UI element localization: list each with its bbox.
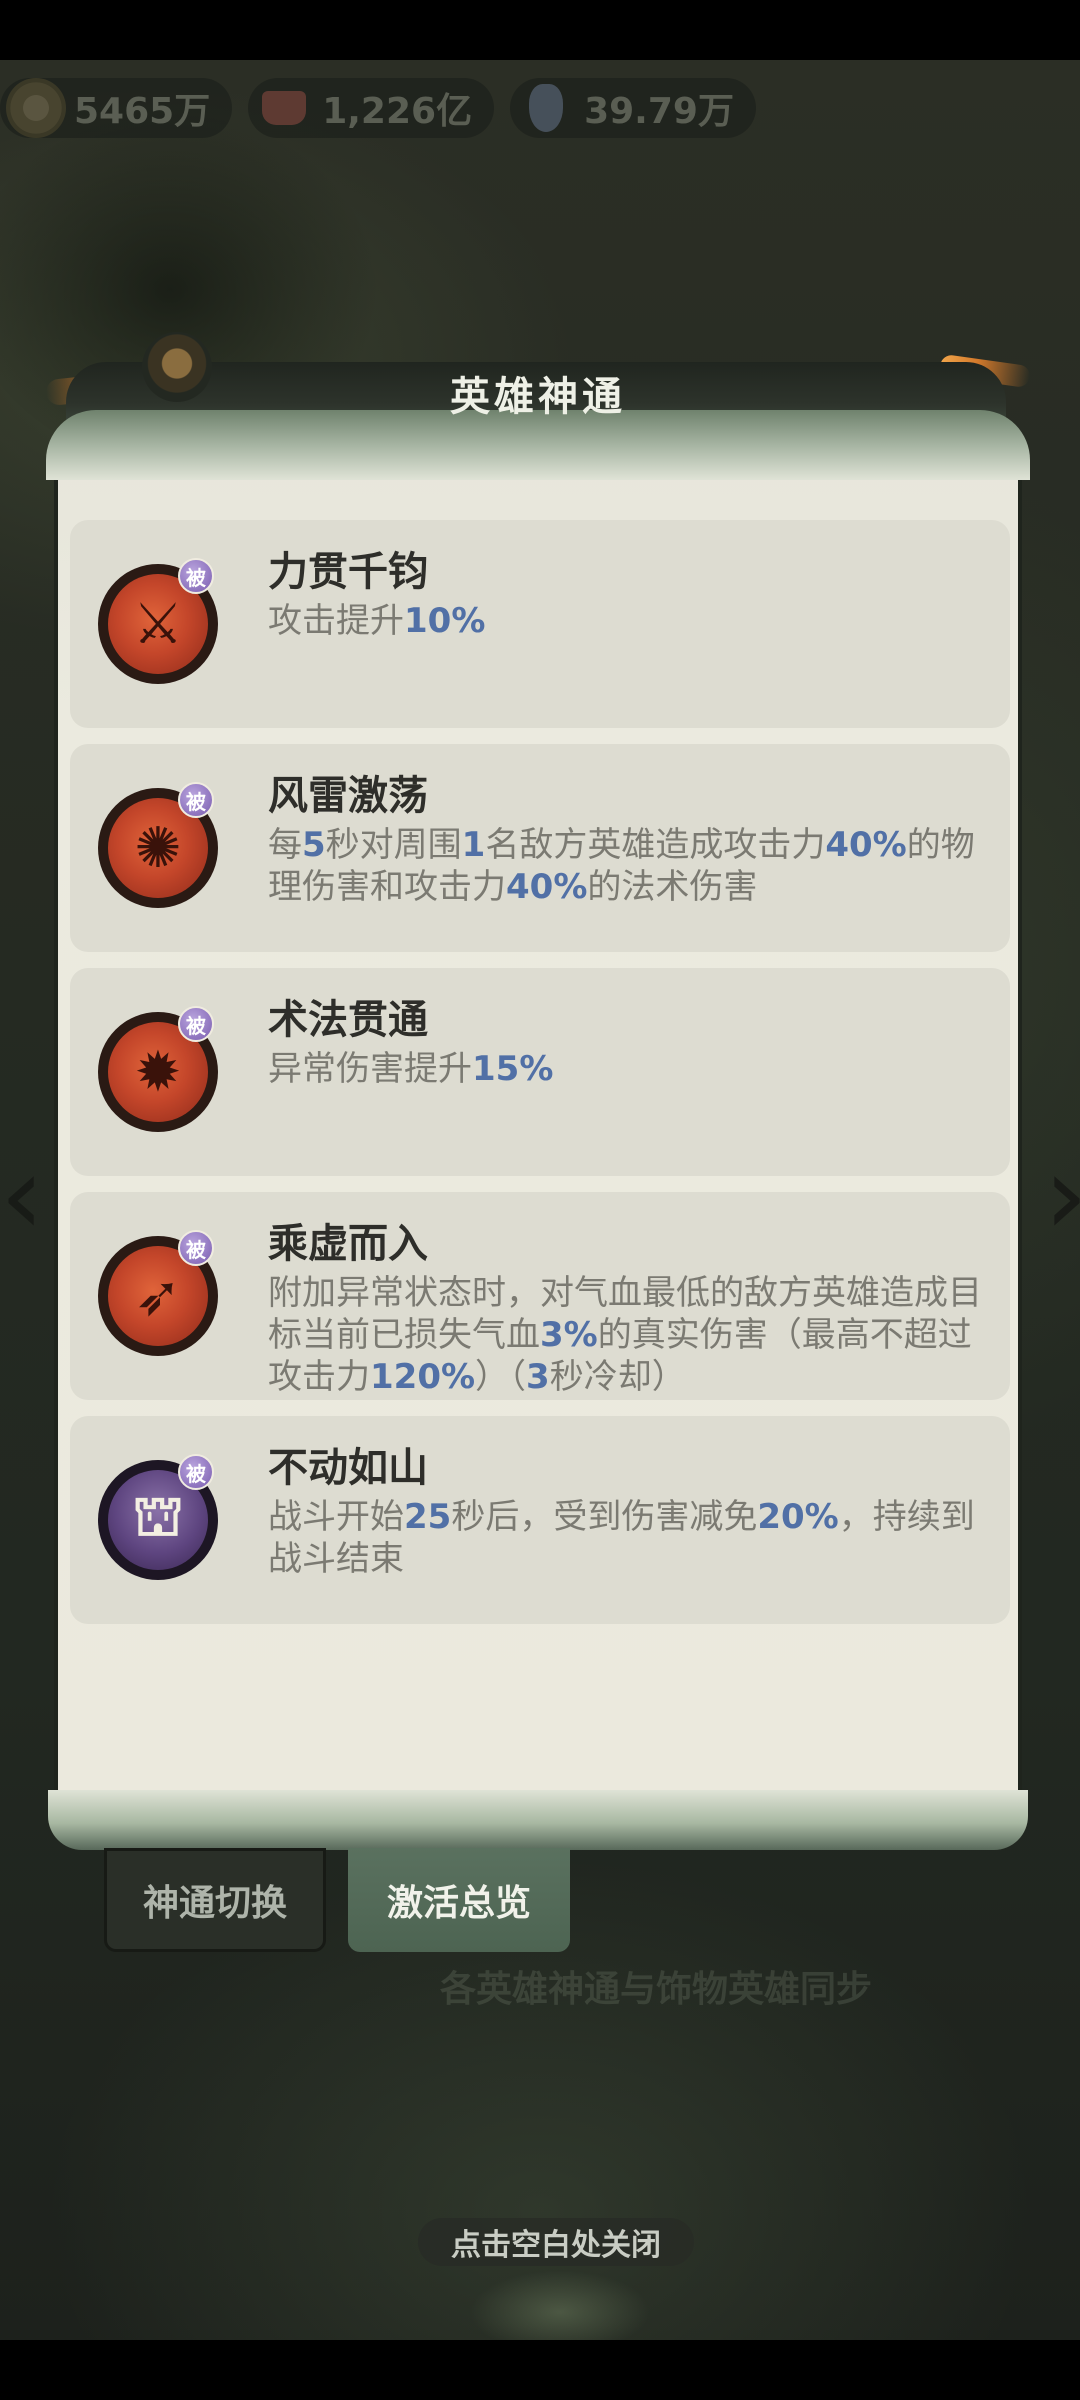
- description-text: 异常伤害提升: [268, 1049, 472, 1089]
- currency-gem-value: 1,226亿: [322, 91, 473, 132]
- highlighted-value: 20%: [757, 1497, 839, 1537]
- tab-activation-overview[interactable]: 激活总览: [348, 1848, 570, 1952]
- skill-card[interactable]: ⛫ 被 不动如山 战斗开始25秒后，受到伤害减免20%，持续到战斗结束: [70, 1416, 1010, 1624]
- currency-potion-value: 39.79万: [584, 91, 734, 132]
- close-hint[interactable]: 点击空白处关闭: [418, 2218, 694, 2266]
- passive-badge: 被: [178, 1006, 214, 1042]
- skill-list: ⚔ 被 力贯千钧 攻击提升10% ✺ 被 风雷激荡 每5秒对周围1名敌方英雄造成…: [70, 520, 1014, 1640]
- dialog-panel: ⚔ 被 力贯千钧 攻击提升10% ✺ 被 风雷激荡 每5秒对周围1名敌方英雄造成…: [54, 445, 1022, 1815]
- previous-hero-arrow-icon[interactable]: ‹: [0, 1130, 44, 1260]
- status-bar-area: [0, 0, 1080, 60]
- potion-bottle-icon: [516, 78, 576, 138]
- dialog-title: 英雄神通: [450, 373, 626, 420]
- description-text: 每: [268, 825, 302, 865]
- skill-name: 风雷激荡: [268, 773, 428, 819]
- highlighted-value: 120%: [370, 1357, 476, 1397]
- skill-description: 战斗开始25秒后，受到伤害减免20%，持续到战斗结束: [268, 1496, 988, 1580]
- skill-description: 异常伤害提升15%: [268, 1048, 988, 1090]
- description-text: 秒冷却）: [549, 1357, 686, 1397]
- cloud-decoration: [48, 1790, 1028, 1850]
- highlighted-value: 15%: [472, 1049, 554, 1089]
- navigation-bar-area: [0, 2340, 1080, 2400]
- description-text: ）（: [475, 1357, 527, 1397]
- currency-potion: 39.79万: [510, 78, 756, 138]
- description-text: 名敌方英雄造成攻击力: [485, 825, 826, 865]
- highlighted-value: 40%: [506, 867, 588, 907]
- skill-description: 每5秒对周围1名敌方英雄造成攻击力40%的物理伤害和攻击力40%的法术伤害: [268, 824, 988, 908]
- skill-card[interactable]: ✹ 被 术法贯通 异常伤害提升15%: [70, 968, 1010, 1176]
- skill-description: 攻击提升10%: [268, 600, 988, 642]
- dialog-header: 英雄神通: [44, 332, 1032, 480]
- description-text: 秒对周围: [325, 825, 462, 865]
- highlighted-value: 3%: [540, 1315, 598, 1355]
- passive-badge: 被: [178, 558, 214, 594]
- passive-badge: 被: [178, 782, 214, 818]
- passive-badge: 被: [178, 1454, 214, 1490]
- tab-skill-switch[interactable]: 神通切换: [104, 1848, 326, 1952]
- description-text: 战斗开始: [268, 1497, 404, 1537]
- skill-name: 术法贯通: [268, 997, 428, 1043]
- highlighted-value: 3: [526, 1357, 550, 1397]
- hero-skills-dialog: ⚔ 被 力贯千钧 攻击提升10% ✺ 被 风雷激荡 每5秒对周围1名敌方英雄造成…: [44, 332, 1032, 1850]
- highlighted-value: 10%: [404, 601, 486, 641]
- currency-copper-value: 5465万: [74, 91, 211, 132]
- description-text: 攻击提升: [268, 601, 404, 641]
- skill-card[interactable]: ➶ 被 乘虚而入 附加异常状态时，对气血最低的敌方英雄造成目标当前已损失气血3%…: [70, 1192, 1010, 1400]
- currency-copper: 5465万: [0, 78, 233, 138]
- highlighted-value: 5: [302, 825, 326, 865]
- skill-name: 乘虚而入: [268, 1221, 428, 1267]
- copper-coin-icon: [6, 78, 66, 138]
- currency-gem: 1,226亿: [248, 78, 495, 138]
- passive-badge: 被: [178, 1230, 214, 1266]
- skill-description: 附加异常状态时，对气血最低的敌方英雄造成目标当前已损失气血3%的真实伤害（最高不…: [268, 1272, 988, 1398]
- next-hero-arrow-icon[interactable]: ›: [1044, 1130, 1080, 1260]
- skill-name: 力贯千钧: [268, 549, 428, 595]
- background-caption: 各英雄神通与饰物英雄同步: [440, 1969, 873, 2010]
- red-gem-chest-icon: [254, 78, 314, 138]
- description-text: 秒后，受到伤害减免: [451, 1497, 758, 1537]
- game-screen: 5465万 1,226亿 39.79万 ‹ › 各英雄神通与饰物英雄同步 ⚔ 被…: [0, 0, 1080, 2400]
- highlighted-value: 40%: [825, 825, 907, 865]
- currency-bar: 5465万 1,226亿 39.79万: [0, 78, 756, 142]
- highlighted-value: 25: [404, 1497, 452, 1537]
- cloud-decoration: [470, 2270, 650, 2340]
- highlighted-value: 1: [461, 825, 486, 865]
- skill-card[interactable]: ✺ 被 风雷激荡 每5秒对周围1名敌方英雄造成攻击力40%的物理伤害和攻击力40…: [70, 744, 1010, 952]
- skill-card[interactable]: ⚔ 被 力贯千钧 攻击提升10%: [70, 520, 1010, 728]
- description-text: 的法术伤害: [587, 867, 758, 907]
- skill-name: 不动如山: [268, 1445, 428, 1491]
